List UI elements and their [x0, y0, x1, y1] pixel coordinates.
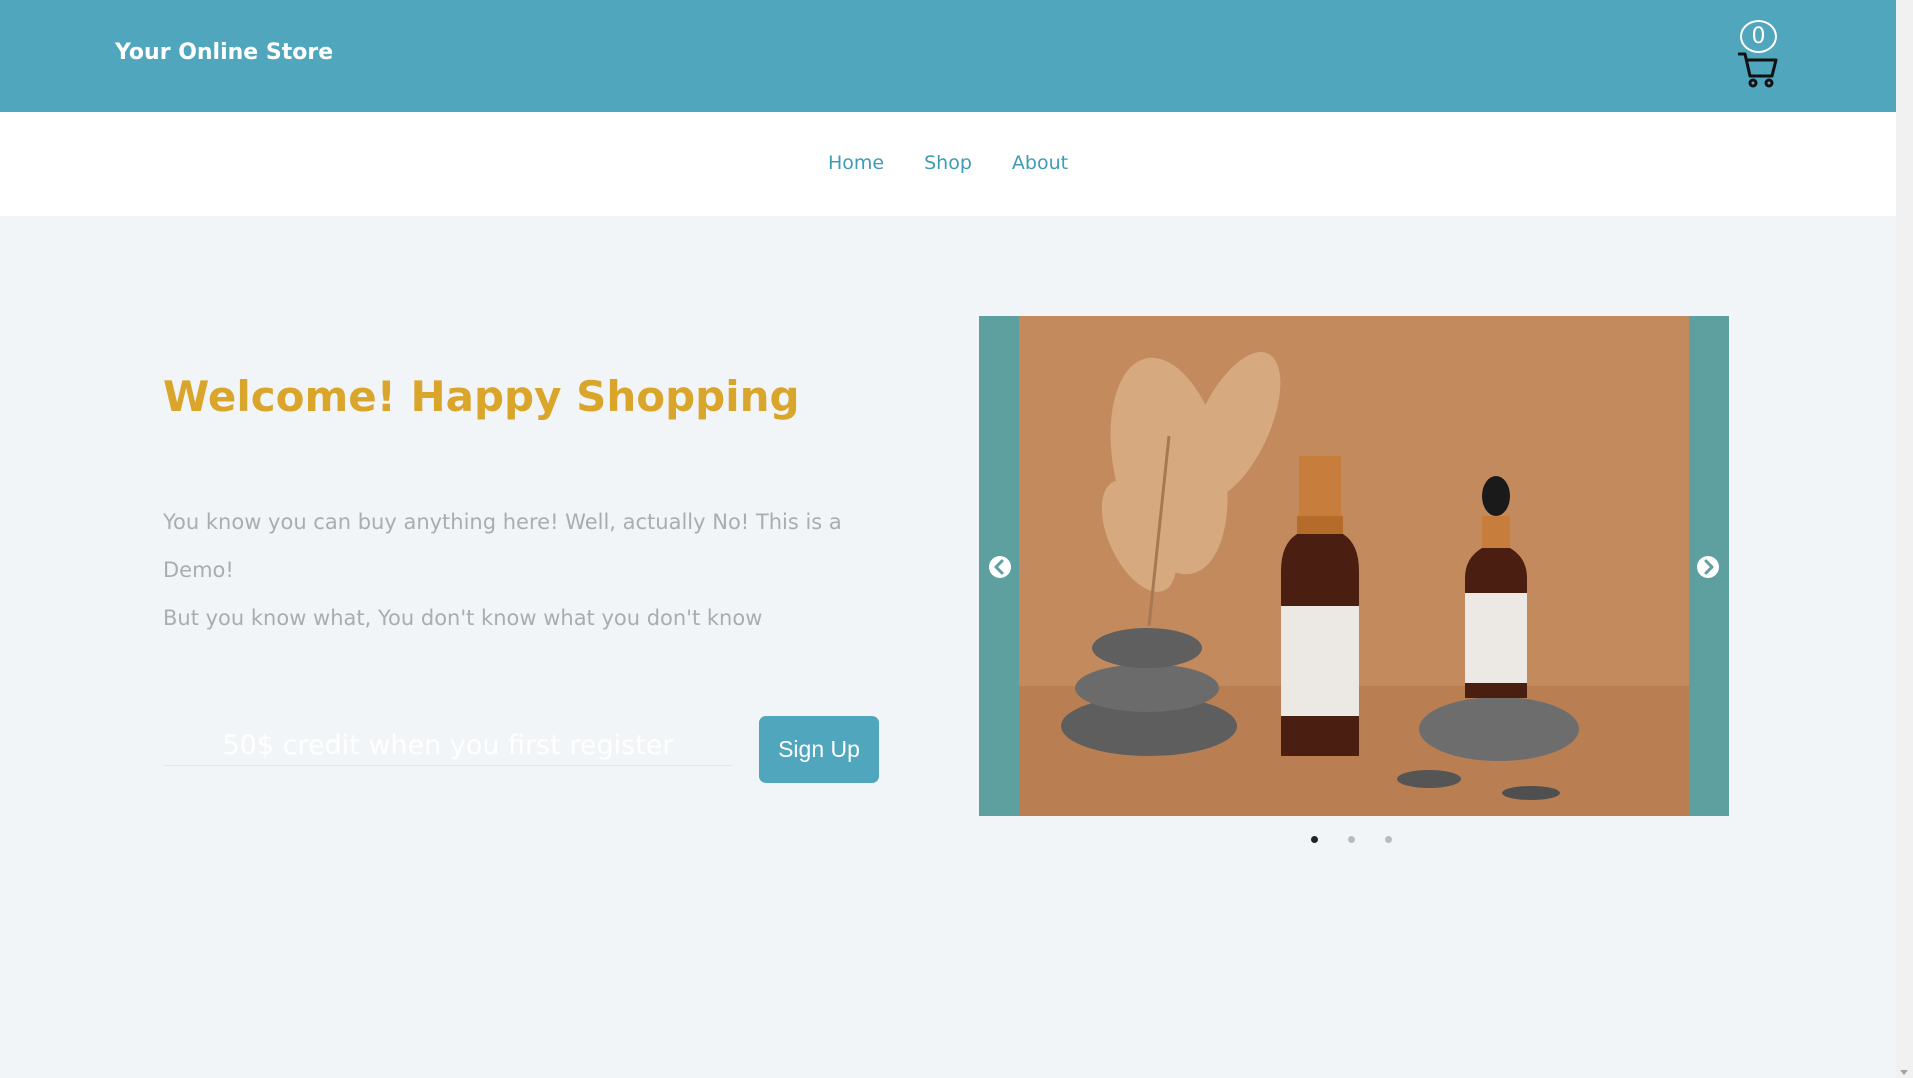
hero-line-2: But you know what, You don't know what y…: [163, 606, 763, 630]
carousel-prev-button[interactable]: [989, 556, 1011, 578]
sign-up-button[interactable]: Sign Up: [759, 716, 879, 783]
page-scrollbar[interactable]: [1896, 0, 1913, 1078]
carousel-dot-3[interactable]: [1385, 836, 1392, 843]
cart-button[interactable]: 0: [1738, 20, 1782, 92]
nav-link-shop[interactable]: Shop: [924, 152, 972, 174]
hero-description: You know you can buy anything here! Well…: [163, 498, 903, 642]
cosmetic-bottles-image: [1019, 316, 1689, 816]
cart-count-badge: 0: [1740, 20, 1777, 53]
signup-email-input[interactable]: [163, 726, 733, 766]
shopping-cart-icon: [1738, 52, 1778, 88]
hero-line-1: You know you can buy anything here! Well…: [163, 510, 842, 582]
carousel-indicators: [1311, 836, 1422, 843]
nav-link-home[interactable]: Home: [828, 152, 884, 174]
carousel-dot-2[interactable]: [1348, 836, 1355, 843]
hero-title: Welcome! Happy Shopping: [163, 372, 800, 421]
nav-link-about[interactable]: About: [1012, 152, 1068, 174]
carousel-slide-image: [1019, 316, 1689, 816]
chevron-right-circle-icon: [1704, 559, 1714, 575]
site-header: Your Online Store 0: [0, 0, 1896, 112]
carousel-next-button[interactable]: [1697, 556, 1719, 578]
scroll-down-arrow-icon[interactable]: [1900, 1070, 1908, 1075]
image-carousel: [979, 316, 1729, 816]
chevron-left-circle-icon: [994, 559, 1004, 575]
main-nav: Home Shop About: [0, 112, 1896, 216]
brand-title[interactable]: Your Online Store: [115, 40, 333, 65]
carousel-dot-1[interactable]: [1311, 836, 1318, 843]
